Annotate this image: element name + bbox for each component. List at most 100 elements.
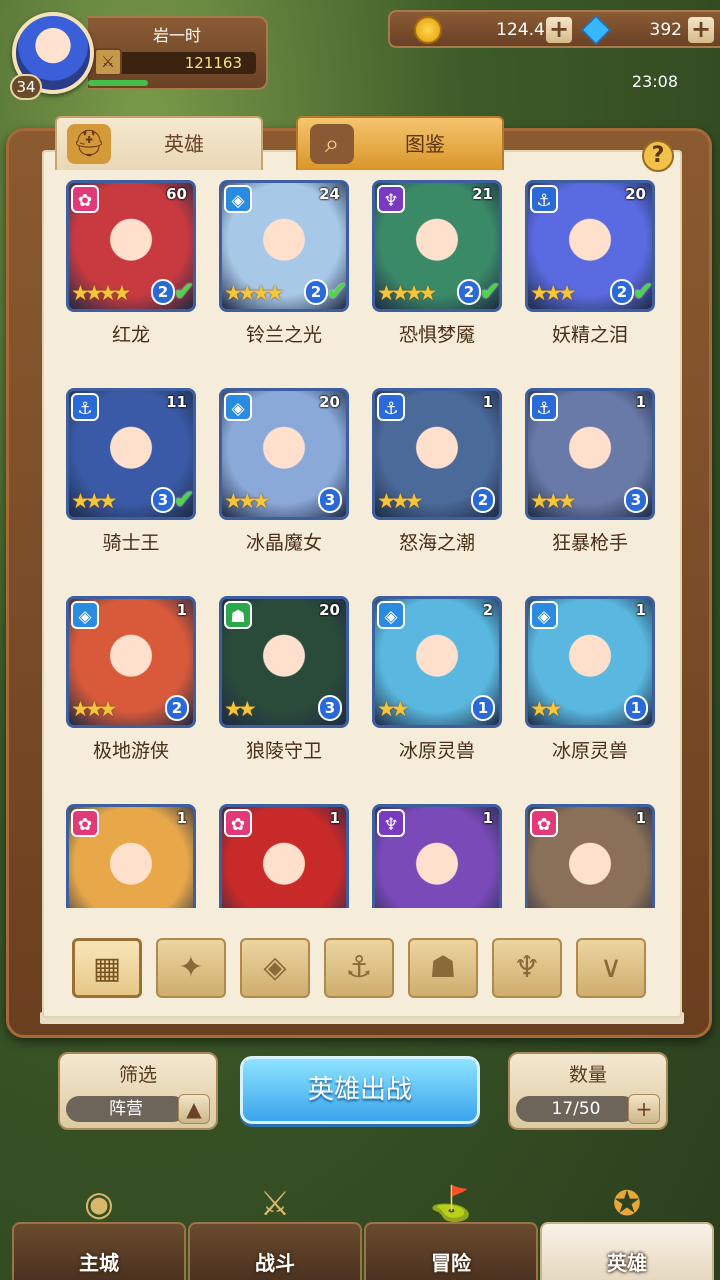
hero-name: 狂暴枪手	[551, 532, 628, 554]
hero-card[interactable]: ◈ 20 ★★★ 3	[219, 388, 349, 520]
filter-all-button[interactable]: ▦	[72, 938, 142, 998]
filter-select[interactable]: 阵营	[66, 1096, 186, 1122]
hero-card[interactable]: ✿ 1	[525, 804, 655, 908]
combat-power: ⚔ 121163	[94, 48, 256, 76]
hero-card[interactable]: ☗ 20 ★★ 3	[219, 596, 349, 728]
faction-sea-icon: ⚓	[377, 393, 405, 421]
hero-card[interactable]: ◈ 1 ★★ 1	[525, 596, 655, 728]
hero-level: 20	[319, 601, 340, 619]
nav-crossed-swords[interactable]: ⚔ 战斗	[188, 1184, 362, 1280]
hero-card[interactable]: ⚓ 1 ★★★ 2	[372, 388, 502, 520]
hero-card[interactable]: ⚓ 1 ★★★ 3	[525, 388, 655, 520]
hero-name: 极地游侠	[92, 740, 169, 762]
add-gold-button[interactable]: +	[546, 17, 572, 43]
gold-amount: 124.4K	[496, 20, 556, 40]
nav-label: 英雄	[607, 1251, 647, 1275]
deployed-check-icon: ✔	[326, 277, 348, 307]
hero-level: 1	[482, 393, 493, 411]
star-rating: ★★★	[530, 489, 577, 513]
experience-bar	[88, 80, 148, 86]
hero-card[interactable]: ⚓ 20 ★★★ 2 ✔	[525, 180, 655, 312]
castle-icon: ◉	[84, 1184, 114, 1224]
deployed-check-icon: ✔	[479, 277, 501, 307]
anchor-icon: ⚓	[345, 950, 373, 985]
hero-name: 冰晶魔女	[245, 532, 322, 554]
deployed-check-icon: ✔	[173, 485, 195, 515]
star-rating: ★★★★	[71, 281, 131, 305]
hero-rank-badge: 3	[318, 695, 342, 721]
diamond-icon: ◈	[263, 950, 287, 985]
expand-slots-button[interactable]: +	[628, 1094, 660, 1124]
hero-name: 怒海之潮	[398, 532, 475, 554]
deploy-heroes-button[interactable]: 英雄出战	[240, 1056, 480, 1124]
wings-icon: ∨	[600, 950, 622, 985]
grid-icon: ▦	[92, 951, 122, 986]
hero-rank-badge: 2	[610, 279, 634, 305]
hero-name: 狼陵守卫	[245, 740, 322, 762]
star-rating: ★★★	[71, 697, 118, 721]
hero-level: 21	[472, 185, 493, 203]
tab-codex[interactable]: ⌕ 图鉴	[296, 116, 504, 170]
tab-codex-label: 图鉴	[405, 132, 445, 156]
deployed-check-icon: ✔	[173, 277, 195, 307]
faction-ice-icon: ◈	[71, 601, 99, 629]
faction-dark-icon: ♆	[377, 809, 405, 837]
hero-rank-badge: 3	[624, 487, 648, 513]
hero-card[interactable]: ✿ 60 ★★★★ 2 ✔	[66, 180, 196, 312]
hero-card[interactable]: ◈ 1 ★★★ 2	[66, 596, 196, 728]
beast-head-icon: ☗	[429, 950, 457, 985]
hero-card[interactable]: ◈ 2 ★★ 1	[372, 596, 502, 728]
hero-card[interactable]: ♆ 1	[372, 804, 502, 908]
hero-level: 20	[319, 393, 340, 411]
hero-level: 1	[482, 809, 493, 827]
faction-sea-icon: ⚓	[530, 393, 558, 421]
demon-icon: ♆	[513, 950, 541, 985]
tab-heroes-label: 英雄	[164, 132, 204, 156]
filter-sea-button[interactable]: ⚓	[324, 938, 394, 998]
hero-rank-badge: 2	[165, 695, 189, 721]
hero-rank-badge: 3	[151, 487, 175, 513]
faction-fire-icon: ✿	[71, 809, 99, 837]
faction-fire-icon: ✿	[530, 809, 558, 837]
filter-ice-button[interactable]: ◈	[240, 938, 310, 998]
filter-toggle-button[interactable]: ▲	[178, 1094, 210, 1124]
nav-hero-crest[interactable]: ✪ 英雄	[540, 1184, 714, 1280]
hero-card[interactable]: ♆ 21 ★★★★ 2 ✔	[372, 180, 502, 312]
nav-scroll-map[interactable]: ⛳ 冒险	[364, 1184, 538, 1280]
combat-power-value: 121163	[184, 54, 242, 72]
filter-dark-button[interactable]: ♆	[492, 938, 562, 998]
hero-level: 2	[482, 601, 493, 619]
hero-name: 恐惧梦魇	[398, 324, 475, 346]
nav-castle[interactable]: ◉ 主城	[12, 1184, 186, 1280]
hero-name: 骑士王	[102, 532, 160, 554]
hero-level: 1	[329, 809, 340, 827]
hero-level: 1	[635, 809, 646, 827]
hero-card[interactable]: ✿ 1	[219, 804, 349, 908]
diamond-icon	[581, 15, 611, 45]
star-rating: ★★	[224, 697, 257, 721]
helmet-icon: ⛑	[67, 124, 111, 164]
hero-card[interactable]: ◈ 24 ★★★★ 2 ✔	[219, 180, 349, 312]
magnifier-icon: ⌕	[310, 124, 354, 164]
hero-card[interactable]: ✿ 1	[66, 804, 196, 908]
filter-panel: 筛选 阵营 ▲	[58, 1052, 218, 1130]
hero-name: 冰原灵兽	[551, 740, 628, 762]
gold-coin-icon	[414, 16, 442, 44]
filter-light-button[interactable]: ∨	[576, 938, 646, 998]
hero-card[interactable]: ⚓ 11 ★★★ 3 ✔	[66, 388, 196, 520]
filter-fire-button[interactable]: ✦	[156, 938, 226, 998]
nav-label: 冒险	[431, 1251, 471, 1275]
hero-level: 1	[635, 393, 646, 411]
star-rating: ★★	[530, 697, 563, 721]
crossed-swords-icon: ⚔	[259, 1184, 291, 1224]
hero-rank-badge: 1	[471, 695, 495, 721]
add-gems-button[interactable]: +	[688, 17, 714, 43]
tab-heroes[interactable]: ⛑ 英雄	[55, 116, 263, 170]
nav-label: 主城	[79, 1251, 119, 1275]
help-button[interactable]: ?	[642, 140, 674, 172]
filter-beast-button[interactable]: ☗	[408, 938, 478, 998]
star-rating: ★★★★	[224, 281, 284, 305]
star-rating: ★★★	[224, 489, 271, 513]
player-level-badge: 34	[10, 74, 42, 100]
hero-name: 铃兰之光	[245, 324, 322, 346]
